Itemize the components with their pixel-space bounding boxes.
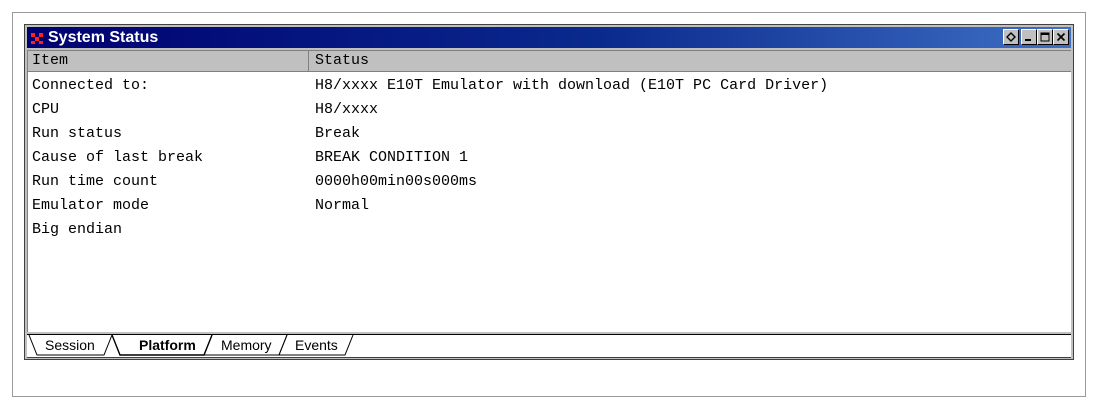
row-item: Emulator mode (32, 196, 150, 214)
restore-icon (1006, 32, 1016, 42)
row-status: BREAK CONDITION 1 (315, 148, 469, 166)
window-title: System Status (48, 29, 159, 46)
list-rows: Connected to: H8/xxxx E10T Emulator with… (28, 72, 1071, 241)
column-header-status[interactable]: Status (309, 51, 1071, 71)
minimize-icon (1025, 39, 1031, 41)
close-icon (1056, 32, 1066, 42)
row-status: 0000h00min00s000ms (315, 172, 478, 190)
app-icon (30, 30, 44, 45)
list-header: Item Status (28, 51, 1071, 72)
list-row[interactable]: Run time count 0000h00min00s000ms (28, 169, 1071, 193)
tab-session[interactable]: Session (31, 335, 95, 356)
row-status: H8/xxxx (315, 100, 379, 118)
row-item: Run time count (32, 172, 159, 190)
list-row[interactable]: Cause of last break BREAK CONDITION 1 (28, 145, 1071, 169)
close-button[interactable] (1053, 29, 1069, 45)
list-row[interactable]: Connected to: H8/xxxx E10T Emulator with… (28, 73, 1071, 97)
row-item: Run status (32, 124, 123, 142)
title-bar[interactable]: System Status (27, 27, 1071, 48)
maximize-button[interactable] (1037, 29, 1053, 45)
minimize-button[interactable] (1021, 29, 1037, 45)
tab-memory[interactable]: Memory (207, 335, 272, 356)
list-row[interactable]: CPU H8/xxxx (28, 97, 1071, 121)
row-item: Connected to: (32, 76, 150, 94)
list-row[interactable]: Run status Break (28, 121, 1071, 145)
row-item: CPU (32, 100, 60, 118)
status-list: Item Status Connected to: H8/xxxx E10T E… (27, 50, 1071, 332)
tab-strip: Session Platform Memory Events (27, 334, 1071, 358)
row-status: Normal (315, 196, 370, 214)
row-status: Break (315, 124, 361, 142)
system-status-window: System Status Item Status Connected to: … (24, 24, 1074, 360)
row-status: H8/xxxx E10T Emulator with download (E10… (315, 76, 829, 94)
maximize-icon (1040, 32, 1050, 42)
list-row[interactable]: Emulator mode Normal (28, 193, 1071, 217)
tab-platform[interactable]: Platform (125, 335, 196, 356)
restore-button[interactable] (1003, 29, 1019, 45)
row-item: Big endian (32, 220, 123, 238)
tab-events[interactable]: Events (281, 335, 338, 356)
caption-buttons (1003, 29, 1069, 45)
row-item: Cause of last break (32, 148, 204, 166)
column-header-item[interactable]: Item (28, 51, 309, 71)
list-row[interactable]: Big endian (28, 217, 1071, 241)
